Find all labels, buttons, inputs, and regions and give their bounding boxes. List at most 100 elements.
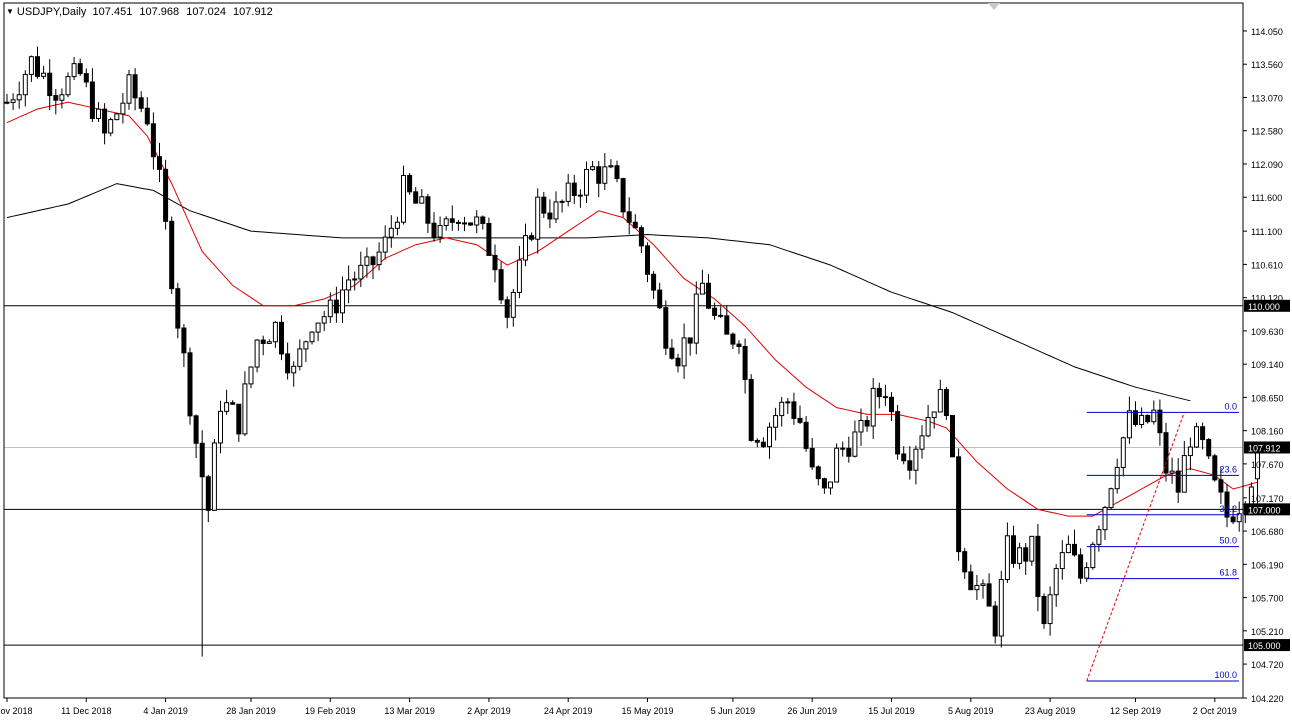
candle-body: [901, 453, 907, 462]
candle-body: [1206, 439, 1212, 457]
y-tick-label: 108.650: [1251, 393, 1284, 403]
y-tick-label: 109.140: [1251, 360, 1284, 370]
x-tick-label: 2 Apr 2019: [467, 706, 511, 716]
fib-level-label: 100.0: [1214, 670, 1237, 680]
y-tick-label: 111.100: [1251, 227, 1282, 237]
candle-body: [584, 168, 589, 196]
x-tick-label: 13 Mar 2019: [384, 706, 435, 716]
candle-body: [266, 341, 272, 344]
candle-body: [907, 460, 913, 471]
candle-body: [504, 299, 510, 318]
x-tick-label: 15 Jul 2019: [868, 706, 915, 716]
candle-body: [1084, 567, 1090, 579]
y-tick-label: 107.170: [1251, 494, 1284, 504]
x-tick-label: 11 Dec 2018: [61, 706, 111, 716]
price-chart[interactable]: 0.023.638.250.061.8100.0 114.050113.5601…: [0, 0, 1292, 722]
candle-body: [370, 256, 376, 266]
candle-body: [846, 447, 852, 457]
fib-level-label: 50.0: [1219, 536, 1237, 546]
candle-body: [474, 216, 480, 226]
candle-body: [358, 264, 364, 280]
candle-body: [285, 353, 291, 374]
candle-body: [608, 165, 614, 168]
candle-body: [321, 316, 327, 324]
candle-body: [596, 166, 602, 184]
candle-body: [931, 411, 937, 419]
candle-body: [962, 551, 968, 573]
candle-body: [401, 174, 406, 223]
candle-body: [913, 448, 919, 471]
candle-body: [59, 94, 65, 101]
y-tick-label: 105.700: [1251, 594, 1284, 604]
candle-body: [919, 435, 925, 450]
candle-body: [1102, 506, 1108, 531]
candle-body: [785, 401, 791, 404]
candle-body: [169, 220, 175, 290]
fib-level-label: 38.2: [1219, 504, 1237, 514]
candle-body: [657, 289, 663, 309]
candle-body: [492, 254, 498, 271]
candle-body: [1187, 446, 1193, 457]
x-tick-label: 2 Oct 2019: [1193, 706, 1237, 716]
candle-body: [28, 56, 34, 75]
candle-body: [376, 251, 382, 266]
candle-body: [992, 605, 998, 637]
candle-body: [157, 156, 162, 170]
candle-body: [83, 73, 89, 83]
candle-body: [815, 466, 821, 480]
candle-body: [1114, 466, 1120, 490]
candle-body: [4, 101, 10, 104]
candle-body: [675, 357, 681, 367]
fib-level-label: 23.6: [1219, 464, 1237, 474]
candle-body: [529, 235, 535, 240]
candle-body: [254, 339, 260, 368]
candle-body: [541, 196, 547, 214]
candle-body: [388, 227, 394, 238]
chart-header: ▼ USDJPY,Daily 107.451 107.968 107.024 10…: [6, 6, 277, 18]
candle-body: [791, 401, 797, 419]
candle-body: [47, 72, 53, 97]
candle-body: [211, 442, 217, 511]
candle-body: [1029, 535, 1035, 562]
candle-body: [760, 441, 766, 448]
collapse-triangle-icon[interactable]: ▼: [6, 7, 14, 16]
candle-body: [291, 365, 297, 374]
candle-body: [431, 222, 437, 238]
candle-body: [974, 584, 980, 591]
candle-body: [498, 269, 504, 301]
y-tick-label: 110.610: [1251, 260, 1283, 270]
candle-body: [864, 419, 870, 427]
candle-body: [199, 442, 205, 478]
candle-body: [687, 337, 693, 344]
candle-body: [645, 245, 650, 275]
moving-averages: [6, 101, 1258, 517]
candle-body: [187, 352, 193, 417]
candle-body: [510, 291, 516, 318]
y-tick-label: 104.720: [1251, 660, 1284, 670]
candle-body: [1072, 543, 1077, 556]
candle-body: [571, 182, 577, 196]
candle-body: [333, 299, 339, 314]
candle-body: [468, 222, 474, 226]
candle-body: [1169, 470, 1175, 474]
candle-body: [175, 288, 181, 329]
candle-body: [1023, 547, 1029, 562]
candle-body: [663, 307, 669, 349]
fib-level-label: 0.0: [1224, 401, 1237, 411]
candle-body: [480, 216, 486, 224]
candle-body: [980, 583, 986, 586]
candle-body: [1011, 535, 1016, 564]
level-price-label: 107.000: [1248, 505, 1281, 515]
candle-body: [712, 307, 718, 316]
candle-body: [1139, 414, 1145, 425]
candle-body: [803, 421, 809, 449]
candle-body: [1004, 535, 1010, 580]
candle-body: [1108, 488, 1114, 508]
candle-body: [1194, 426, 1199, 448]
high-value: 107.968: [139, 6, 180, 18]
candle-body: [340, 289, 345, 314]
candle-body: [693, 293, 699, 344]
fibonacci-retracement[interactable]: 0.0 23.6 38.2 50.0 61.8 100.0: [1086, 401, 1239, 682]
candle-body: [425, 196, 431, 224]
candle-body: [626, 211, 632, 223]
